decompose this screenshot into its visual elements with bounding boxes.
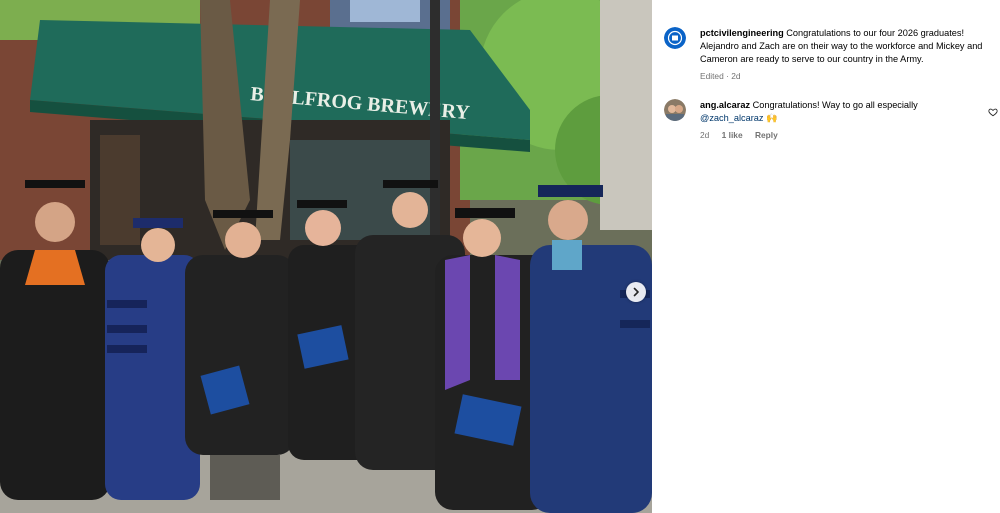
comment-time: 2d: [700, 130, 710, 140]
reply-button[interactable]: Reply: [755, 130, 778, 140]
comment-item: ang.alcaraz Congratulations! Way to go a…: [664, 99, 1000, 142]
avatar[interactable]: [664, 99, 686, 121]
like-comment-button[interactable]: [988, 104, 998, 122]
comment-text: Congratulations! Way to go all especiall…: [750, 100, 918, 110]
caption-username[interactable]: pctcivilengineering: [700, 28, 784, 38]
post-caption: pctcivilengineering Congratulations to o…: [664, 27, 1000, 83]
comment-mention[interactable]: @zach_alcaraz: [700, 113, 763, 123]
heart-icon: [988, 108, 998, 117]
comment-likes[interactable]: 1 like: [722, 130, 743, 140]
next-photo-button[interactable]: [626, 282, 646, 302]
chevron-right-icon: [633, 287, 639, 297]
account-logo-icon: [664, 27, 686, 49]
graduation-photo: BULLFROG BREWERY: [0, 0, 652, 513]
user-avatar-icon: [664, 99, 686, 121]
caption-meta: Edited · 2d: [700, 71, 741, 81]
avatar[interactable]: [664, 27, 686, 49]
comments-panel: pctcivilengineering Congratulations to o…: [652, 0, 1000, 513]
clap-emoji-icon: 🙌: [766, 113, 778, 123]
post-photo: BULLFROG BREWERY: [0, 0, 652, 513]
comment-username[interactable]: ang.alcaraz: [700, 100, 750, 110]
